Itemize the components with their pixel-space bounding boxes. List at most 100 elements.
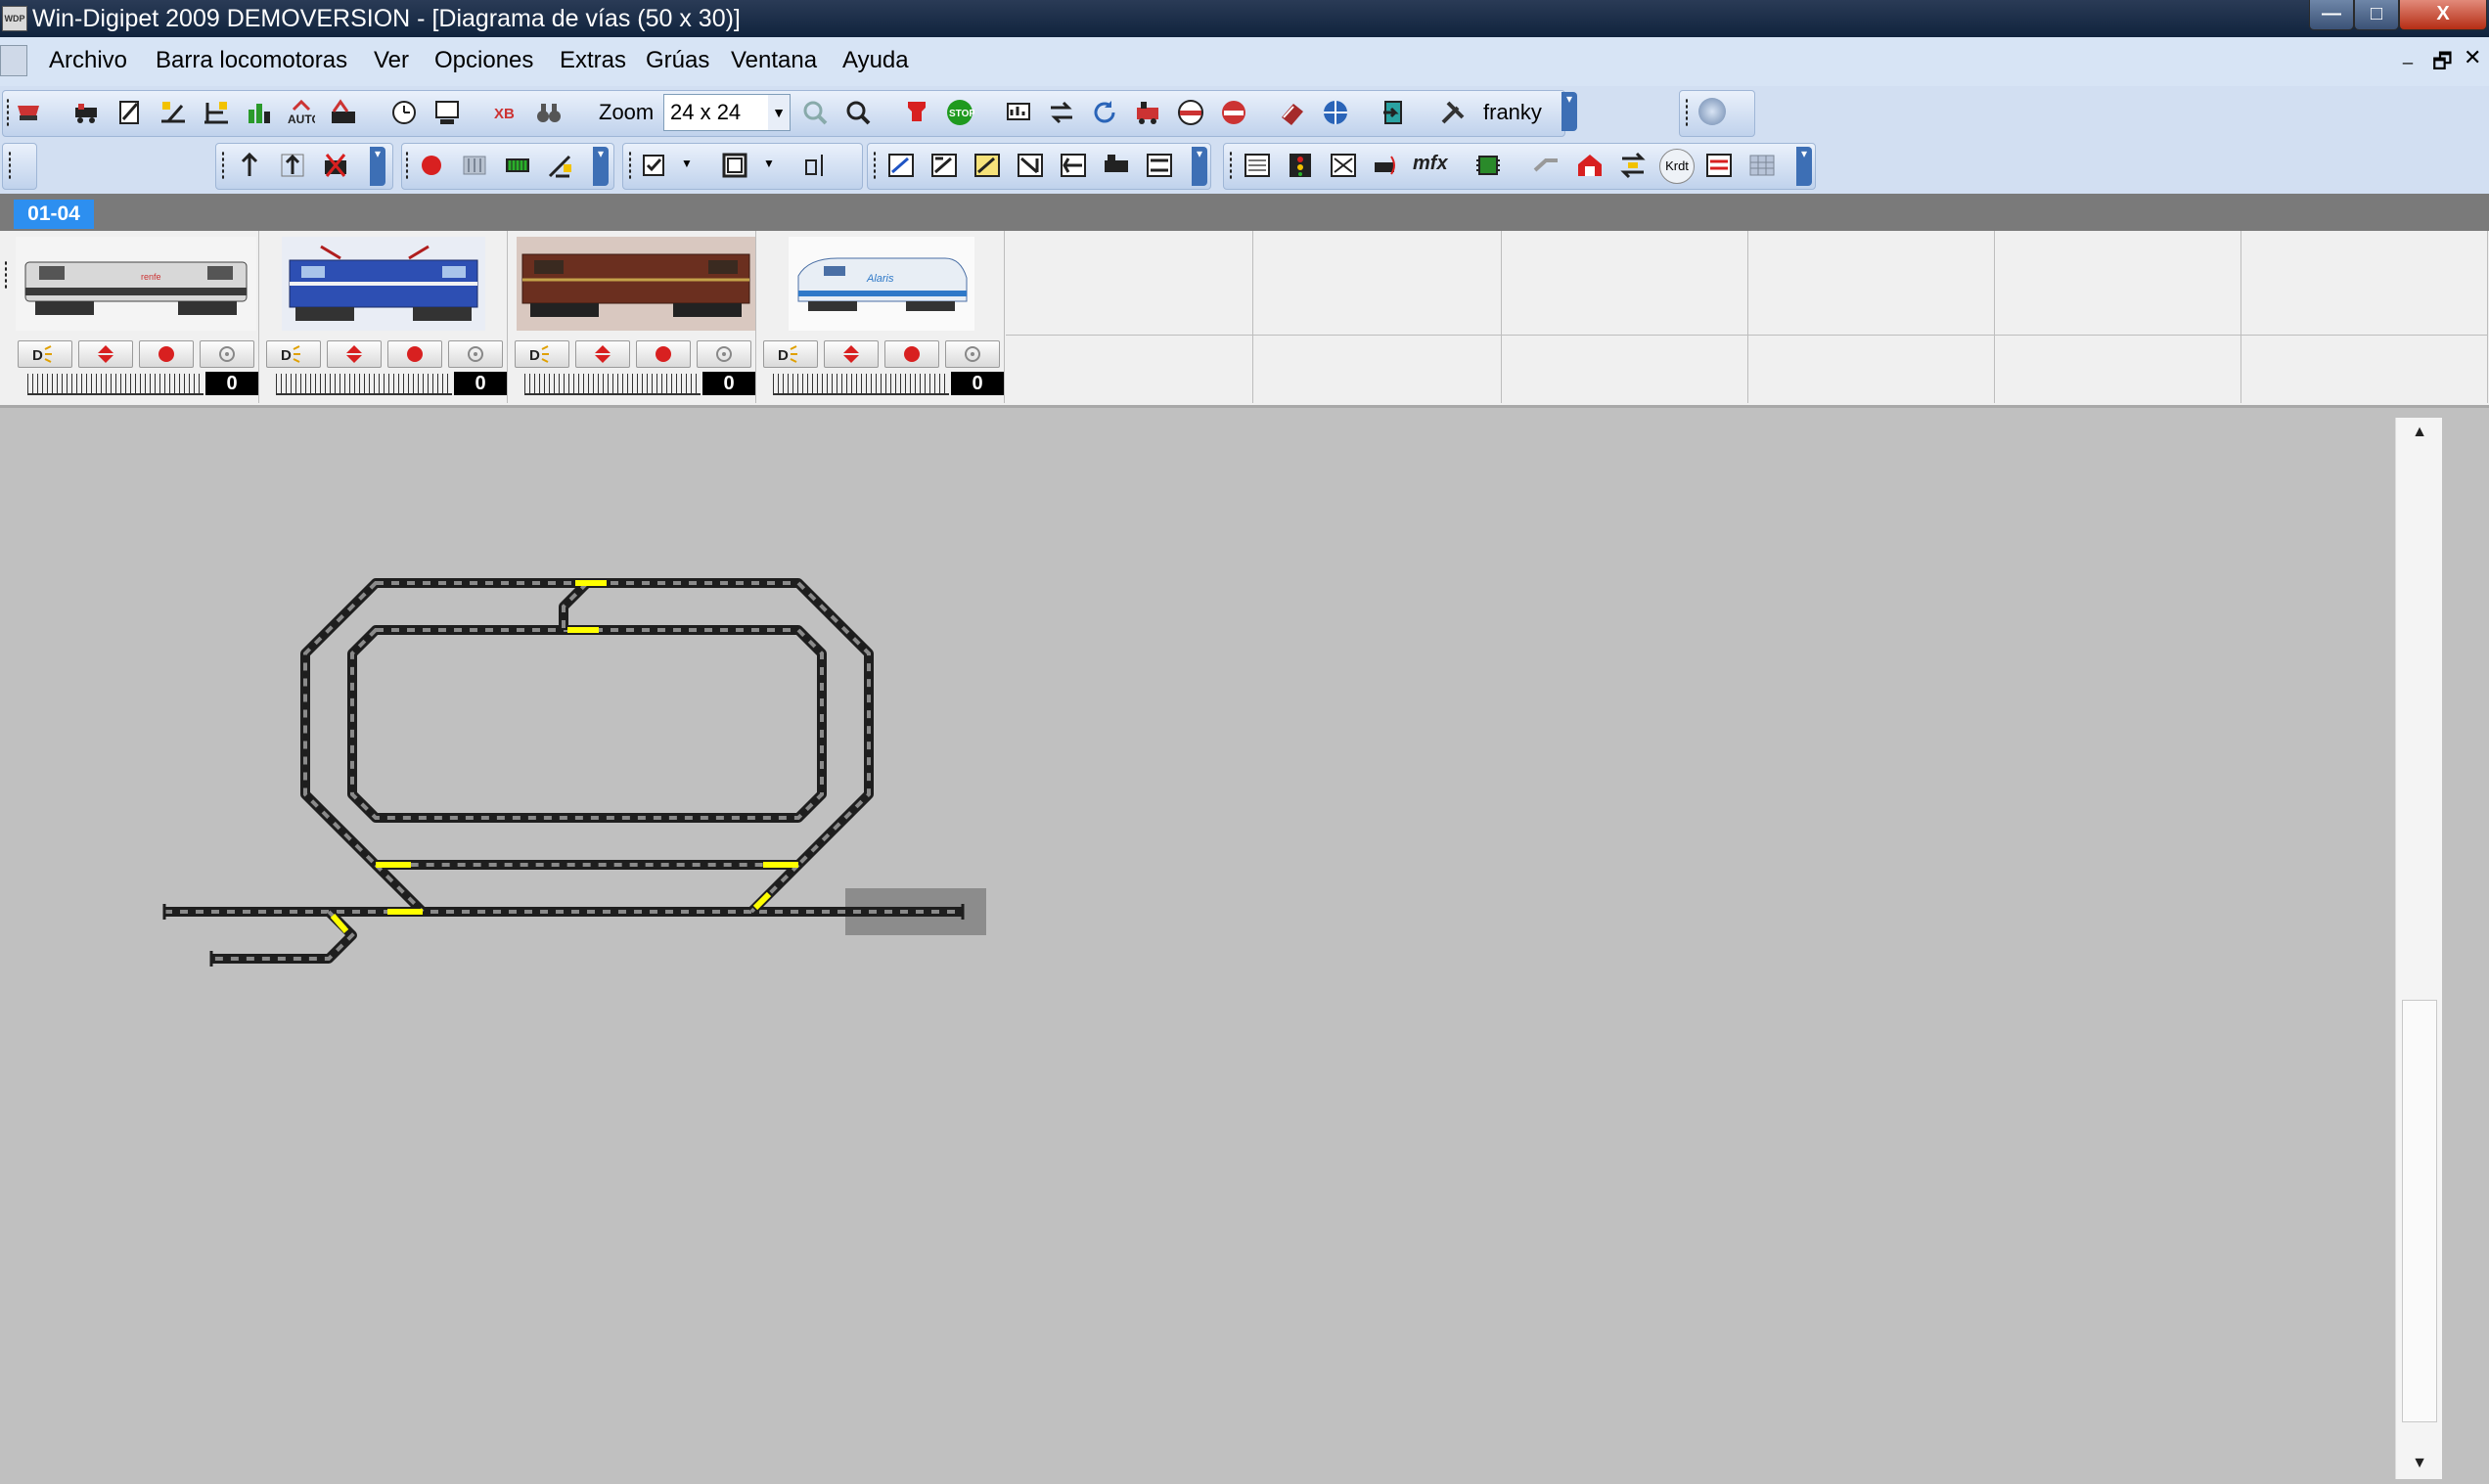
clock-icon[interactable] [389, 98, 419, 127]
settings-dial-icon[interactable] [200, 340, 254, 368]
menu-barra-locomotoras[interactable]: Barra locomotoras [156, 47, 347, 74]
light-function-icon[interactable]: D [18, 340, 72, 368]
toolbar-grip-6[interactable] [628, 151, 632, 180]
track-layout[interactable]: .rail { stroke:#1e1e1e; stroke-width:10;… [0, 418, 2395, 1479]
stop-loco-icon[interactable] [884, 340, 939, 368]
route-icon-5[interactable] [1059, 151, 1088, 180]
inner-loop-track[interactable] [347, 625, 827, 823]
loco-slot[interactable]: D 0 [260, 231, 508, 403]
toolbar-grip-2[interactable] [1685, 98, 1689, 127]
sound-loco-icon[interactable] [1372, 151, 1401, 180]
menu-opciones[interactable]: Opciones [434, 47, 533, 74]
scroll-up-icon[interactable]: ▲ [2410, 424, 2429, 441]
vertical-scrollbar[interactable]: ▲ ▼ [2395, 418, 2443, 1479]
stop-loco-icon[interactable] [139, 340, 194, 368]
coupling-icon[interactable] [1532, 151, 1561, 180]
shunting-icon[interactable] [1618, 151, 1648, 180]
route-icon-7[interactable] [1145, 151, 1174, 180]
dropdown-arrow-icon-2[interactable]: ▼ [763, 157, 775, 170]
settings-dial-icon[interactable] [945, 340, 1000, 368]
emergency-stop-icon[interactable] [902, 98, 931, 127]
loco-slot[interactable]: Alaris D 0 [757, 231, 1005, 403]
menu-archivo[interactable]: Archivo [49, 47, 127, 74]
toolbar-chevron-3[interactable]: ▾ [593, 147, 609, 186]
menu-ver[interactable]: Ver [374, 47, 409, 74]
crane-icon[interactable] [546, 151, 575, 180]
empty-loco-slot[interactable] [1254, 231, 1502, 403]
zoom-in-icon[interactable] [800, 98, 830, 127]
loco-slot[interactable]: D 0 [509, 231, 756, 403]
scrollbar-thumb[interactable] [2402, 1000, 2437, 1422]
empty-loco-slot[interactable] [1006, 231, 1253, 403]
toolbar-grip-8[interactable] [1229, 151, 1233, 180]
toolbar-chevron-2[interactable]: ▾ [370, 147, 385, 186]
direction-icon[interactable] [78, 340, 133, 368]
toolbar-chevron[interactable]: ▾ [1561, 92, 1577, 131]
main-line-track[interactable] [162, 904, 965, 920]
frame-icon[interactable] [720, 151, 749, 180]
menu-extras[interactable]: Extras [560, 47, 626, 74]
chip-icon[interactable] [1473, 151, 1503, 180]
user-name[interactable]: franky [1483, 100, 1542, 125]
route-edit-icon[interactable] [202, 98, 231, 127]
light-function-icon[interactable]: D [515, 340, 569, 368]
menu-gruas[interactable]: Grúas [646, 47, 709, 74]
auto-mode-icon[interactable]: AUTO [286, 98, 315, 127]
arrow-up-icon[interactable] [235, 151, 264, 180]
zoom-select[interactable]: 24 x 24 ▼ [663, 94, 791, 131]
block-icon[interactable] [1176, 98, 1205, 127]
menu-ayuda[interactable]: Ayuda [842, 47, 909, 74]
loco-image[interactable] [517, 237, 755, 331]
loco-list-icon[interactable] [14, 98, 43, 127]
edit-icon[interactable] [115, 98, 145, 127]
exit-icon[interactable] [1380, 98, 1409, 127]
booster-icon[interactable] [460, 151, 489, 180]
direction-icon[interactable] [824, 340, 879, 368]
mdi-minimize-icon[interactable]: _ [2403, 45, 2413, 66]
speed-control[interactable]: 0 [272, 372, 507, 397]
split-view-icon[interactable] [802, 151, 832, 180]
loco-bar-grip[interactable] [4, 260, 8, 290]
toolbar-chevron-4[interactable]: ▾ [1192, 147, 1207, 186]
empty-loco-slot[interactable] [2240, 231, 2488, 403]
zoom-out-icon[interactable] [843, 98, 873, 127]
direction-icon[interactable] [327, 340, 382, 368]
stop-icon[interactable]: STOP [945, 98, 974, 127]
route-icon-1[interactable] [886, 151, 916, 180]
tools-icon[interactable] [1438, 98, 1468, 127]
speed-control[interactable]: 0 [23, 372, 258, 397]
time-schedule-icon[interactable]: XB [491, 98, 520, 127]
switch-direction-icon[interactable] [1047, 98, 1076, 127]
toolbar-grip-4[interactable] [221, 151, 225, 180]
route-icon-4[interactable] [1016, 151, 1045, 180]
settings-dial-icon[interactable] [448, 340, 503, 368]
power-meter-icon[interactable] [503, 151, 532, 180]
light-function-icon[interactable]: D [266, 340, 321, 368]
binoculars-icon[interactable] [534, 98, 564, 127]
loco-slot[interactable]: renfe D 0 [12, 231, 259, 403]
loco-stop-icon[interactable] [1133, 98, 1162, 127]
loco-tab-01-04[interactable]: 01-04 [14, 200, 94, 229]
speed-control[interactable]: 0 [769, 372, 1004, 397]
reload-icon[interactable] [1090, 98, 1119, 127]
close-button[interactable]: X [2399, 0, 2487, 30]
krdt-button[interactable]: Krdt [1659, 149, 1695, 184]
statistics-icon[interactable] [1004, 98, 1033, 127]
dropdown-arrow-icon[interactable]: ▼ [681, 157, 693, 170]
loco-image[interactable] [282, 237, 485, 331]
speed-slider[interactable] [524, 374, 701, 395]
grid-icon[interactable] [1747, 151, 1777, 180]
list-red-icon[interactable] [1704, 151, 1734, 180]
toolbar-grip-3[interactable] [8, 151, 12, 180]
stop-loco-icon[interactable] [387, 340, 442, 368]
mdi-close-icon[interactable]: ✕ [2464, 45, 2481, 70]
help-globe-icon[interactable] [1321, 98, 1350, 127]
track-diagram-canvas[interactable]: .rail { stroke:#1e1e1e; stroke-width:10;… [0, 418, 2395, 1479]
arrow-up-box-icon[interactable] [278, 151, 307, 180]
siding-track[interactable] [209, 908, 357, 967]
empty-loco-slot[interactable] [1501, 231, 1748, 403]
top-crossover-track[interactable] [559, 579, 591, 630]
direction-icon[interactable] [575, 340, 630, 368]
locomotive-icon[interactable] [72, 98, 102, 127]
keyboard-icon[interactable] [1243, 151, 1272, 180]
